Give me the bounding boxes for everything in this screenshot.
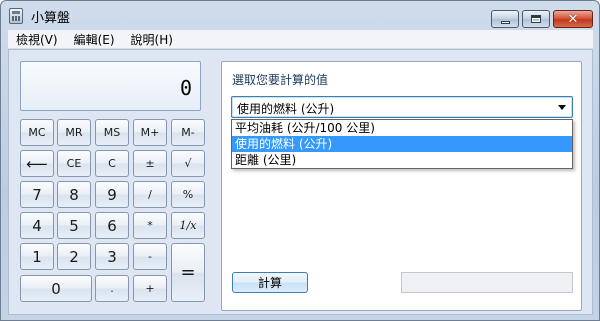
- minimize-icon: [500, 20, 510, 24]
- multiply-button[interactable]: *: [133, 212, 167, 239]
- digit-6-button[interactable]: 6: [95, 212, 129, 239]
- calculator-display: 0: [20, 61, 201, 111]
- clear-entry-button[interactable]: CE: [57, 150, 91, 177]
- worksheet-panel: 選取您要計算的值 使用的燃料 (公升) 平均油耗 (公升/100 公里) 使用的…: [221, 61, 582, 311]
- window-title: 小算盤: [31, 11, 71, 26]
- decimal-button[interactable]: .: [95, 275, 129, 302]
- option-distance[interactable]: 距離 (公里): [232, 152, 572, 168]
- dropdown-arrow-icon[interactable]: [558, 105, 566, 110]
- calculator-window: 小算盤 ✕ 檢視(V) 編輯(E) 說明(H) 0 MC MR MS M+ M-…: [0, 0, 600, 321]
- menu-help[interactable]: 說明(H): [123, 31, 181, 48]
- divide-button[interactable]: /: [133, 181, 167, 208]
- display-value: 0: [179, 76, 192, 100]
- mc-button[interactable]: MC: [20, 119, 54, 146]
- digit-5-button[interactable]: 5: [57, 212, 91, 239]
- mr-button[interactable]: MR: [57, 119, 91, 146]
- calculator-body: 0 MC MR MS M+ M- ⟵ CE C ± √ 7 8 9 / % 4 …: [8, 49, 593, 315]
- maximize-icon: [531, 15, 541, 23]
- calculator-app-icon: [9, 8, 23, 24]
- equals-button[interactable]: =: [171, 243, 205, 302]
- calculation-type-select[interactable]: 使用的燃料 (公升): [231, 96, 573, 118]
- digit-8-button[interactable]: 8: [57, 181, 91, 208]
- digit-4-button[interactable]: 4: [20, 212, 54, 239]
- digit-0-button[interactable]: 0: [20, 275, 92, 302]
- percent-button[interactable]: %: [171, 181, 205, 208]
- plus-minus-button[interactable]: ±: [133, 150, 167, 177]
- clear-button[interactable]: C: [95, 150, 129, 177]
- title-bar[interactable]: 小算盤 ✕: [1, 1, 599, 29]
- backspace-button[interactable]: ⟵: [20, 150, 54, 177]
- calculation-type-dropdown-list: 平均油耗 (公升/100 公里) 使用的燃料 (公升) 距離 (公里): [231, 119, 573, 169]
- digit-9-button[interactable]: 9: [95, 181, 129, 208]
- option-average-consumption[interactable]: 平均油耗 (公升/100 公里): [232, 120, 572, 136]
- digit-7-button[interactable]: 7: [20, 181, 54, 208]
- reciprocal-button[interactable]: 1/x: [171, 212, 205, 239]
- digit-1-button[interactable]: 1: [20, 243, 54, 270]
- subtract-button[interactable]: -: [133, 243, 167, 270]
- digit-3-button[interactable]: 3: [95, 243, 129, 270]
- digit-2-button[interactable]: 2: [57, 243, 91, 270]
- square-root-button[interactable]: √: [171, 150, 205, 177]
- close-button[interactable]: ✕: [553, 10, 593, 28]
- result-field: [401, 272, 573, 293]
- menu-view[interactable]: 檢視(V): [8, 31, 66, 48]
- add-button[interactable]: +: [133, 275, 167, 302]
- maximize-button[interactable]: [522, 10, 550, 28]
- calculation-prompt: 選取您要計算的值: [232, 73, 329, 87]
- calculate-button[interactable]: 計算: [232, 272, 308, 293]
- ms-button[interactable]: MS: [95, 119, 129, 146]
- minimize-button[interactable]: [491, 10, 519, 28]
- m-plus-button[interactable]: M+: [133, 119, 167, 146]
- select-current-value: 使用的燃料 (公升): [237, 102, 335, 116]
- menu-bar: 檢視(V) 編輯(E) 說明(H): [8, 30, 593, 49]
- menu-edit[interactable]: 編輯(E): [66, 31, 123, 48]
- option-fuel-used[interactable]: 使用的燃料 (公升): [232, 136, 572, 152]
- close-icon: ✕: [567, 11, 579, 27]
- m-minus-button[interactable]: M-: [171, 119, 205, 146]
